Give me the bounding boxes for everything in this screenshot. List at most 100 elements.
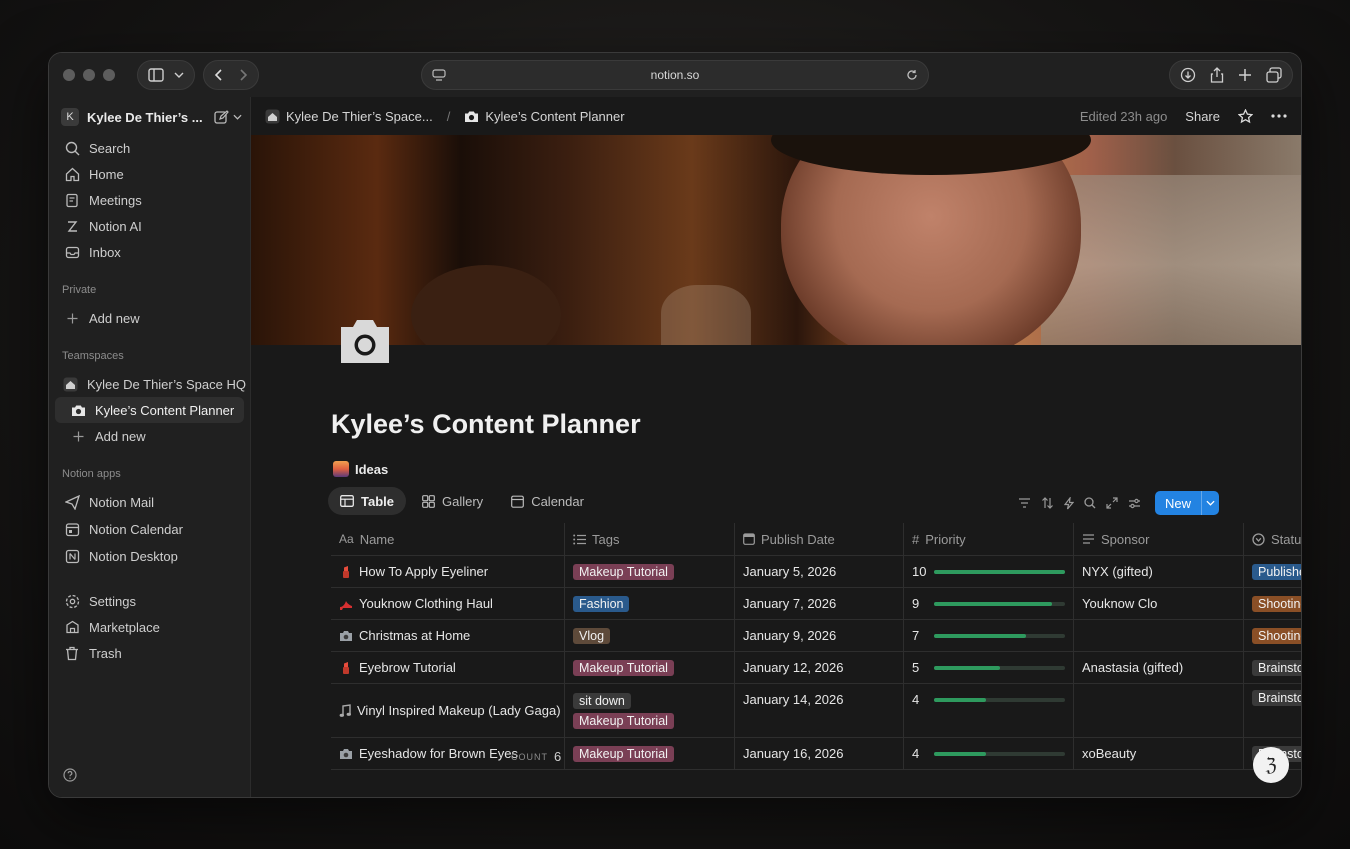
cell-status[interactable]: Shooting <box>1244 620 1301 651</box>
cell-priority[interactable]: 9 <box>904 588 1074 619</box>
tag-chip[interactable]: sit down <box>573 692 631 709</box>
breadcrumb-page[interactable]: Kylee’s Content Planner <box>464 109 625 124</box>
cell-tags[interactable]: Makeup Tutorial <box>565 738 735 769</box>
breadcrumb-space[interactable]: Kylee De Thier’s Space... <box>265 109 433 124</box>
tag-chip[interactable]: Makeup Tutorial <box>573 712 674 729</box>
cell-sponsor[interactable]: NYX (gifted) <box>1074 556 1244 587</box>
sidebar-item-notion-mail[interactable]: Notion Mail <box>49 489 250 516</box>
sidebar-item-marketplace[interactable]: Marketplace <box>49 614 250 640</box>
cover-image[interactable] <box>251 135 1301 345</box>
cell-priority[interactable]: 7 <box>904 620 1074 651</box>
new-entry-button[interactable]: New <box>1154 491 1219 515</box>
automation-icon[interactable] <box>1063 496 1074 510</box>
private-add-new[interactable]: Add new <box>49 305 250 331</box>
cell-priority[interactable]: 4 <box>904 684 1074 737</box>
help-button[interactable] <box>63 768 77 785</box>
cell-status[interactable]: Published <box>1244 556 1301 587</box>
cell-date[interactable]: January 7, 2026 <box>735 588 904 619</box>
section-label-private[interactable]: Private <box>49 279 250 301</box>
share-icon[interactable] <box>1210 67 1224 83</box>
table-row[interactable]: Christmas at Home Vlog January 9, 2026 7… <box>331 620 1301 652</box>
status-badge[interactable]: Shooting <box>1252 595 1301 612</box>
cell-tags[interactable]: Makeup Tutorial <box>565 652 735 683</box>
tab-calendar[interactable]: Calendar <box>499 487 596 515</box>
more-options-icon[interactable] <box>1271 114 1287 118</box>
sort-icon[interactable] <box>1041 497 1054 509</box>
cell-date[interactable]: January 16, 2026 <box>735 738 904 769</box>
page-title[interactable]: Kylee’s Content Planner <box>331 409 641 440</box>
cell-name[interactable]: Eyebrow Tutorial <box>331 652 565 683</box>
cell-name[interactable]: Christmas at Home <box>331 620 565 651</box>
section-label-teamspaces[interactable]: Teamspaces <box>49 345 250 367</box>
new-page-icon[interactable] <box>214 109 229 125</box>
tag-chip[interactable]: Vlog <box>573 627 611 644</box>
column-header-name[interactable]: Aa Name <box>331 523 565 555</box>
column-header-tags[interactable]: Tags <box>565 523 735 555</box>
cell-name[interactable]: How To Apply Eyeliner <box>331 556 565 587</box>
sidebar-item-meetings[interactable]: Meetings <box>49 187 250 213</box>
share-button[interactable]: Share <box>1185 109 1220 124</box>
cell-priority[interactable]: 10 <box>904 556 1074 587</box>
status-badge[interactable]: Brainstorm <box>1252 690 1301 706</box>
forward-icon[interactable] <box>240 69 248 81</box>
status-badge[interactable]: Published <box>1252 563 1301 580</box>
cell-sponsor[interactable]: xoBeauty <box>1074 738 1244 769</box>
address-bar[interactable]: notion.so <box>421 60 929 90</box>
cell-date[interactable]: January 5, 2026 <box>735 556 904 587</box>
linked-database-title[interactable]: Ideas <box>333 461 388 477</box>
sidebar-item-notion-desktop[interactable]: Notion Desktop <box>49 543 250 570</box>
sidebar-item-inbox[interactable]: Inbox <box>49 239 250 265</box>
tag-chip[interactable]: Makeup Tutorial <box>573 659 674 676</box>
settings-sliders-icon[interactable] <box>1128 498 1141 509</box>
cell-name[interactable]: Vinyl Inspired Makeup (Lady Gaga) <box>331 684 565 737</box>
tag-chip[interactable]: Makeup Tutorial <box>573 745 674 762</box>
cell-priority[interactable]: 4 <box>904 738 1074 769</box>
teamspace-add-new[interactable]: Add new <box>49 423 250 449</box>
tab-overview-icon[interactable] <box>1266 67 1282 83</box>
cell-status[interactable]: Brainstorm <box>1244 684 1301 737</box>
cell-date[interactable]: January 12, 2026 <box>735 652 904 683</box>
column-header-date[interactable]: Publish Date <box>735 523 904 555</box>
cell-tags[interactable]: Makeup Tutorial <box>565 556 735 587</box>
cell-date[interactable]: January 14, 2026 <box>735 684 904 737</box>
expand-icon[interactable] <box>1106 497 1118 509</box>
cell-tags[interactable]: Vlog <box>565 620 735 651</box>
table-row[interactable]: Eyeshadow for Brown Eyes Makeup Tutorial… <box>331 738 1301 770</box>
column-header-sponsor[interactable]: Sponsor <box>1074 523 1244 555</box>
table-row[interactable]: Youknow Clothing Haul Fashion January 7,… <box>331 588 1301 620</box>
tab-table[interactable]: Table <box>328 487 406 515</box>
cell-sponsor[interactable]: Anastasia (gifted) <box>1074 652 1244 683</box>
notion-ai-button[interactable]: ℨ <box>1253 747 1289 783</box>
column-header-priority[interactable]: # Priority <box>904 523 1074 555</box>
sidebar-item-content-planner[interactable]: Kylee’s Content Planner <box>55 397 244 423</box>
cell-priority[interactable]: 5 <box>904 652 1074 683</box>
cell-name[interactable]: Youknow Clothing Haul <box>331 588 565 619</box>
back-icon[interactable] <box>214 69 222 81</box>
cell-sponsor[interactable] <box>1074 684 1244 737</box>
page-icon[interactable] <box>339 317 391 370</box>
table-row[interactable]: How To Apply Eyeliner Makeup Tutorial Ja… <box>331 556 1301 588</box>
zoom-window-button[interactable] <box>103 69 115 81</box>
status-badge[interactable]: Shooting <box>1252 627 1301 644</box>
reload-icon[interactable] <box>906 69 918 81</box>
minimize-window-button[interactable] <box>83 69 95 81</box>
star-icon[interactable] <box>1238 108 1253 124</box>
sidebar-item-home[interactable]: Home <box>49 161 250 187</box>
column-header-status[interactable]: Status <box>1244 523 1301 555</box>
cell-status[interactable]: Brainstorm <box>1244 652 1301 683</box>
downloads-icon[interactable] <box>1180 67 1196 83</box>
status-badge[interactable]: Brainstorm <box>1252 659 1301 676</box>
sidebar-item-notion-calendar[interactable]: Notion Calendar <box>49 516 250 543</box>
table-row[interactable]: Vinyl Inspired Makeup (Lady Gaga) sit do… <box>331 684 1301 738</box>
sidebar-item-settings[interactable]: Settings <box>49 588 250 614</box>
sidebar-item-notion-ai[interactable]: Notion AI <box>49 213 250 239</box>
filter-icon[interactable] <box>1018 498 1031 508</box>
cell-tags[interactable]: sit down Makeup Tutorial <box>565 684 735 737</box>
workspace-switcher[interactable]: K Kylee De Thier’s ... <box>61 103 242 131</box>
table-row[interactable]: Eyebrow Tutorial Makeup Tutorial January… <box>331 652 1301 684</box>
cell-tags[interactable]: Fashion <box>565 588 735 619</box>
cell-sponsor[interactable] <box>1074 620 1244 651</box>
cell-sponsor[interactable]: Youknow Clo <box>1074 588 1244 619</box>
site-settings-icon[interactable] <box>432 69 446 81</box>
new-tab-icon[interactable] <box>1238 68 1252 82</box>
